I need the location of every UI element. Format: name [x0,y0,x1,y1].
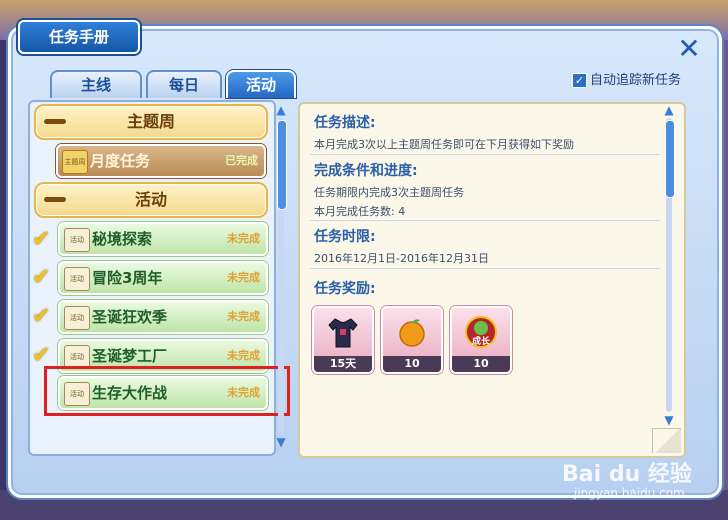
description-text: 本月完成3次以上主题周任务即可在下月获得如下奖励 [314,138,574,151]
section-divider [310,220,660,221]
checkmark-icon: ✔ [32,227,51,252]
time-limit-title: 任务时限: [314,229,376,245]
category-header-theme-week[interactable]: 主题周 [34,104,268,140]
quest-list-scrollbar[interactable]: ▲ ▼ [274,104,288,448]
detail-scrollbar[interactable]: ▲ ▼ [662,104,676,426]
scroll-down-arrow-icon[interactable]: ▼ [274,436,288,448]
scrollbar-thumb[interactable] [277,120,287,210]
progress-text: 本月完成任务数: 4 [314,205,406,218]
quest-status: 未完成 [227,232,260,245]
highlight-annotation-box [44,366,290,416]
reward-title: 任务奖励: [314,281,376,297]
quest-name: 秘境探索 [92,230,153,248]
quest-row-monthly[interactable]: 主题周 月度任务 已完成 [56,144,266,178]
page-curl-decoration [652,428,681,453]
close-icon[interactable]: ✕ [676,35,702,63]
quest-row-secret-realm[interactable]: 活动 秘境探索 未完成 [58,222,268,256]
scroll-up-arrow-icon[interactable]: ▲ [662,104,676,116]
shirt-icon [323,314,363,350]
section-divider [310,154,660,155]
checkmark-icon: ✔ [32,265,51,290]
growth-badge-text: 成长 [471,337,490,347]
tab-events[interactable]: 活动 [226,70,296,98]
reward-quantity: 10 [383,356,441,372]
reward-quantity: 10 [452,356,510,372]
condition-text: 任务期限内完成3次主题周任务 [314,186,464,199]
section-divider [310,268,660,269]
auto-track-label: 自动追踪新任务 [590,73,682,88]
quest-status: 未完成 [227,310,260,323]
condition-title: 完成条件和进度: [314,163,418,179]
quest-name: 圣诞狂欢季 [92,308,168,326]
category-label: 活动 [134,190,167,209]
theme-week-star-icon: 主题周 [62,150,88,174]
checkbox-checked-icon[interactable]: ✓ [572,73,587,88]
event-scroll-icon: 活动 [64,306,90,330]
scroll-down-arrow-icon[interactable]: ▼ [662,414,676,426]
quest-status: 未完成 [227,271,260,284]
auto-track-toggle[interactable]: ✓ 自动追踪新任务 [572,72,681,90]
quest-name: 月度任务 [90,152,151,170]
description-title: 任务描述: [314,115,376,131]
window-title: 任务手册 [18,20,140,54]
checkmark-icon: ✔ [32,343,51,368]
category-label: 主题周 [126,112,175,131]
category-header-events[interactable]: 活动 [34,182,268,218]
orange-fruit-icon [392,314,432,350]
checkmark-icon: ✔ [32,304,51,329]
tab-daily[interactable]: 每日 [146,70,222,98]
reward-quantity: 15天 [314,356,372,372]
tab-main-line[interactable]: 主线 [50,70,142,98]
scroll-up-arrow-icon[interactable]: ▲ [274,104,288,116]
reward-item-growth[interactable]: 成长 10 [450,306,512,374]
quest-row-christmas-carnival[interactable]: 活动 圣诞狂欢季 未完成 [58,300,268,334]
reward-item-shirt[interactable]: 15天 [312,306,374,374]
watermark-logo: Bai du 经验 [562,462,692,487]
event-scroll-icon: 活动 [64,267,90,291]
scrollbar-thumb[interactable] [665,120,675,198]
time-limit-text: 2016年12月1日-2016年12月31日 [314,252,489,265]
quest-row-anniversary[interactable]: 活动 冒险3周年 未完成 [58,261,268,295]
event-scroll-icon: 活动 [64,228,90,252]
growth-badge-icon: 成长 [461,314,501,350]
quest-status: 已完成 [225,154,258,167]
watermark-url: jingyan.baidu.com [574,486,685,500]
quest-name: 冒险3周年 [92,269,163,287]
reward-item-orange[interactable]: 10 [381,306,443,374]
